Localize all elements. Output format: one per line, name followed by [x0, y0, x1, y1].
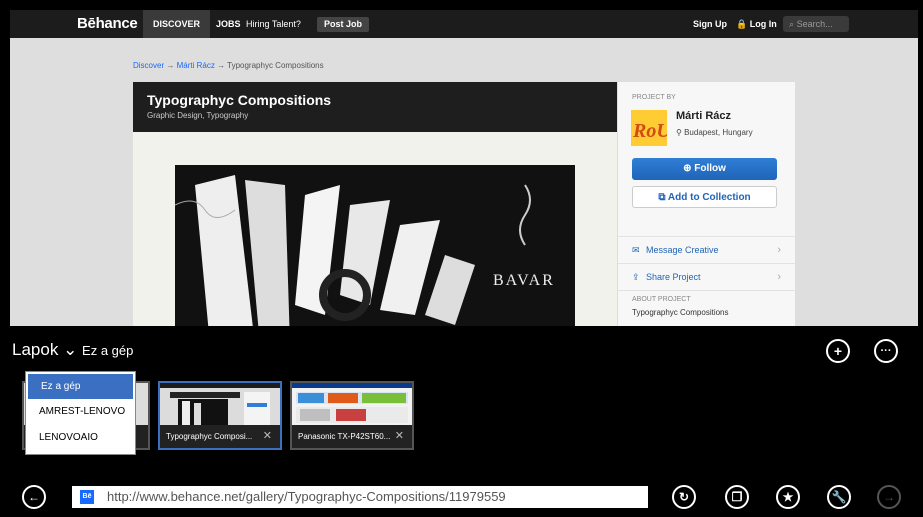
- hiring-talent-label: Hiring Talent?: [246, 19, 301, 29]
- tabs-icon: ❐: [731, 490, 743, 504]
- device-option-lenovoaio[interactable]: LENOVOAIO: [26, 425, 135, 451]
- project-by-label: PROJECT BY: [632, 94, 676, 101]
- refresh-icon: ↻: [678, 490, 690, 504]
- svg-text:BAVAR: BAVAR: [493, 272, 555, 289]
- project-sidebar: PROJECT BY RoU Márti Rácz ⚲ Budapest, Hu…: [617, 82, 795, 342]
- tab-thumb-image: [292, 383, 412, 425]
- new-tab-button[interactable]: +: [826, 339, 850, 363]
- arrow-left-icon: ←: [28, 490, 40, 504]
- nav-jobs[interactable]: JOBS: [206, 10, 251, 38]
- device-option-amrest[interactable]: AMREST-LENOVO: [26, 399, 135, 425]
- project-card: Typographyc Compositions Graphic Design,…: [133, 82, 618, 345]
- behance-logo[interactable]: Bēhance: [77, 15, 138, 32]
- log-in-label: Log In: [749, 19, 777, 29]
- about-project-label: ABOUT PROJECT: [632, 296, 691, 303]
- add-to-collection-label: Add to Collection: [667, 192, 751, 203]
- project-artwork[interactable]: BAVAR: [175, 165, 575, 345]
- search-placeholder: Search...: [796, 19, 833, 29]
- close-icon[interactable]: ✕: [263, 425, 272, 448]
- message-creative-label: Message Creative: [646, 245, 719, 255]
- plus-circle-icon: ⊕: [683, 163, 692, 174]
- search-icon: ⌕: [789, 19, 795, 29]
- forward-button[interactable]: →: [877, 485, 901, 509]
- close-icon[interactable]: ✕: [395, 425, 404, 448]
- add-to-collection-button[interactable]: ⧉ Add to Collection: [632, 186, 777, 208]
- arrow-right-icon: →: [883, 490, 895, 504]
- envelope-icon: ✉: [632, 245, 640, 255]
- favorites-button[interactable]: ★: [776, 485, 800, 509]
- refresh-button[interactable]: ↻: [672, 485, 696, 509]
- tabs-source: Ez a gép: [82, 343, 134, 358]
- share-icon: ⇪: [632, 272, 640, 282]
- share-project-label: Share Project: [646, 272, 701, 282]
- sign-up-link[interactable]: Sign Up: [693, 10, 727, 38]
- behance-topbar: Bēhance DISCOVER JOBS Hiring Talent? Pos…: [10, 10, 918, 38]
- project-title: Typographyc Compositions: [147, 92, 332, 108]
- tabs-button[interactable]: ❐: [725, 485, 749, 509]
- wrench-icon: 🔧: [831, 490, 847, 504]
- location-pin-icon: ⚲: [676, 128, 682, 137]
- about-project-value: Typographyc Compositions: [632, 308, 729, 317]
- breadcrumb-current: Typographyc Compositions: [227, 61, 324, 70]
- log-in-link[interactable]: 🔒 Log In: [736, 10, 777, 38]
- star-icon: ★: [782, 490, 794, 504]
- breadcrumb-discover[interactable]: Discover: [133, 61, 164, 70]
- device-dropdown[interactable]: Ez a gép AMREST-LENOVO LENOVOAIO: [25, 371, 136, 455]
- share-project-row[interactable]: ⇪ Share Project ›: [618, 263, 795, 290]
- chevron-down-icon: ⌄: [63, 340, 78, 359]
- search-input[interactable]: ⌕ Search...: [783, 16, 849, 32]
- author-location-text: Budapest, Hungary: [684, 128, 753, 137]
- tab-thumb-panasonic[interactable]: Panasonic TX-P42ST60... ✕: [290, 381, 414, 450]
- tab-thumb-behance[interactable]: Typographyc Composi... ✕: [158, 381, 282, 450]
- follow-label: Follow: [694, 163, 726, 174]
- message-creative-row[interactable]: ✉ Message Creative ›: [618, 236, 795, 263]
- breadcrumb-sep: →: [217, 61, 226, 70]
- url-text: http://www.behance.net/gallery/Typograph…: [107, 489, 506, 504]
- tabs-title-label: Lapok: [12, 340, 59, 359]
- project-fields: Graphic Design, Typography: [147, 111, 249, 120]
- author-location: ⚲ Budapest, Hungary: [676, 128, 753, 137]
- lock-icon: 🔒: [736, 19, 748, 29]
- nav-discover[interactable]: DISCOVER: [143, 10, 211, 38]
- back-button[interactable]: ←: [22, 485, 46, 509]
- tab-thumb-image: [160, 383, 280, 425]
- author-name[interactable]: Márti Rácz: [676, 110, 731, 122]
- device-option-this-pc[interactable]: Ez a gép: [28, 374, 133, 399]
- tabs-title[interactable]: Lapok ⌄ Ez a gép: [12, 340, 133, 360]
- author-avatar[interactable]: RoU: [631, 110, 667, 146]
- breadcrumb-sep: →: [166, 61, 175, 70]
- follow-button[interactable]: ⊕ Follow: [632, 158, 777, 180]
- plus-icon: +: [833, 343, 843, 359]
- more-icon: ···: [880, 345, 892, 357]
- chevron-right-icon: ›: [777, 244, 781, 256]
- svg-text:RoU: RoU: [632, 120, 667, 142]
- breadcrumb: Discover → Márti Rácz → Typographyc Comp…: [133, 61, 324, 70]
- breadcrumb-author[interactable]: Márti Rácz: [177, 61, 215, 70]
- post-job-button[interactable]: Post Job: [317, 17, 370, 32]
- chevron-right-icon: ›: [777, 271, 781, 283]
- collection-icon: ⧉: [658, 192, 666, 203]
- favicon-icon: Bē: [80, 490, 94, 504]
- project-header: Typographyc Compositions Graphic Design,…: [133, 82, 618, 132]
- tools-button[interactable]: 🔧: [827, 485, 851, 509]
- address-bar[interactable]: Bē http://www.behance.net/gallery/Typogr…: [72, 486, 648, 508]
- tab-options-button[interactable]: ···: [874, 339, 898, 363]
